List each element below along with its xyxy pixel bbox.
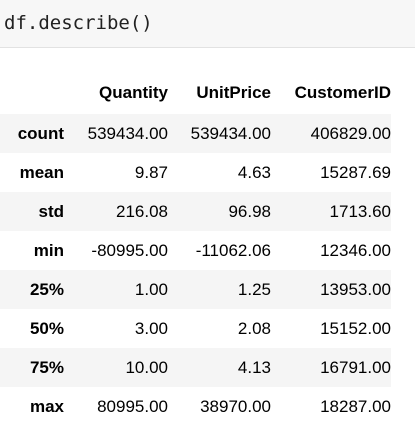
table-cell: 12346.00 — [320, 240, 391, 260]
output-area: Quantity UnitPrice CustomerID count 5394… — [0, 72, 415, 426]
table-row: 50% 3.00 2.08 15152.00 — [0, 309, 391, 348]
table-row: max 80995.00 38970.00 18287.00 — [0, 387, 391, 426]
table-cell: -80995.00 — [91, 240, 168, 260]
table-cell: 10.00 — [125, 357, 168, 377]
table-cell: 2.08 — [237, 318, 271, 338]
row-label: std — [38, 201, 65, 221]
table-cell: 1713.60 — [329, 201, 391, 221]
code-input-cell[interactable]: df.describe() — [0, 0, 415, 48]
row-label: mean — [19, 162, 64, 182]
table-cell: 216.08 — [116, 201, 168, 221]
corner-header — [0, 72, 64, 114]
table-cell: 38970.00 — [200, 396, 271, 416]
table-cell: 4.63 — [237, 162, 271, 182]
table-cell: 1.25 — [237, 279, 271, 299]
table-row: count 539434.00 539434.00 406829.00 — [0, 114, 391, 153]
table-cell: 15287.69 — [320, 162, 391, 182]
table-cell: -11062.06 — [195, 240, 271, 260]
table-row: mean 9.87 4.63 15287.69 — [0, 153, 391, 192]
row-label: min — [33, 240, 64, 260]
table-row: min -80995.00 -11062.06 12346.00 — [0, 231, 391, 270]
table-cell: 3.00 — [134, 318, 168, 338]
table-cell: 13953.00 — [320, 279, 391, 299]
row-label: 50% — [29, 318, 64, 338]
table-cell: 539434.00 — [87, 123, 168, 143]
row-label: max — [29, 396, 64, 416]
table-cell: 15152.00 — [320, 318, 391, 338]
table-row: 75% 10.00 4.13 16791.00 — [0, 348, 391, 387]
row-label: count — [17, 123, 64, 143]
describe-table: Quantity UnitPrice CustomerID count 5394… — [0, 72, 391, 426]
table-cell: 16791.00 — [320, 357, 391, 377]
header-row: Quantity UnitPrice CustomerID — [0, 72, 391, 114]
table-cell: 1.00 — [134, 279, 168, 299]
column-header-quantity: Quantity — [99, 83, 168, 102]
table-cell: 406829.00 — [310, 123, 391, 143]
table-cell: 80995.00 — [97, 396, 168, 416]
table-cell: 96.98 — [228, 201, 271, 221]
column-header-customerid: CustomerID — [294, 83, 391, 102]
column-header-unitprice: UnitPrice — [196, 83, 271, 102]
row-label: 25% — [29, 279, 64, 299]
table-cell: 9.87 — [134, 162, 168, 182]
table-cell: 4.13 — [237, 357, 271, 377]
code-text[interactable]: df.describe() — [4, 12, 153, 34]
table-row: 25% 1.00 1.25 13953.00 — [0, 270, 391, 309]
row-label: 75% — [29, 357, 64, 377]
table-cell: 539434.00 — [190, 123, 271, 143]
table-cell: 18287.00 — [320, 396, 391, 416]
table-row: std 216.08 96.98 1713.60 — [0, 192, 391, 231]
